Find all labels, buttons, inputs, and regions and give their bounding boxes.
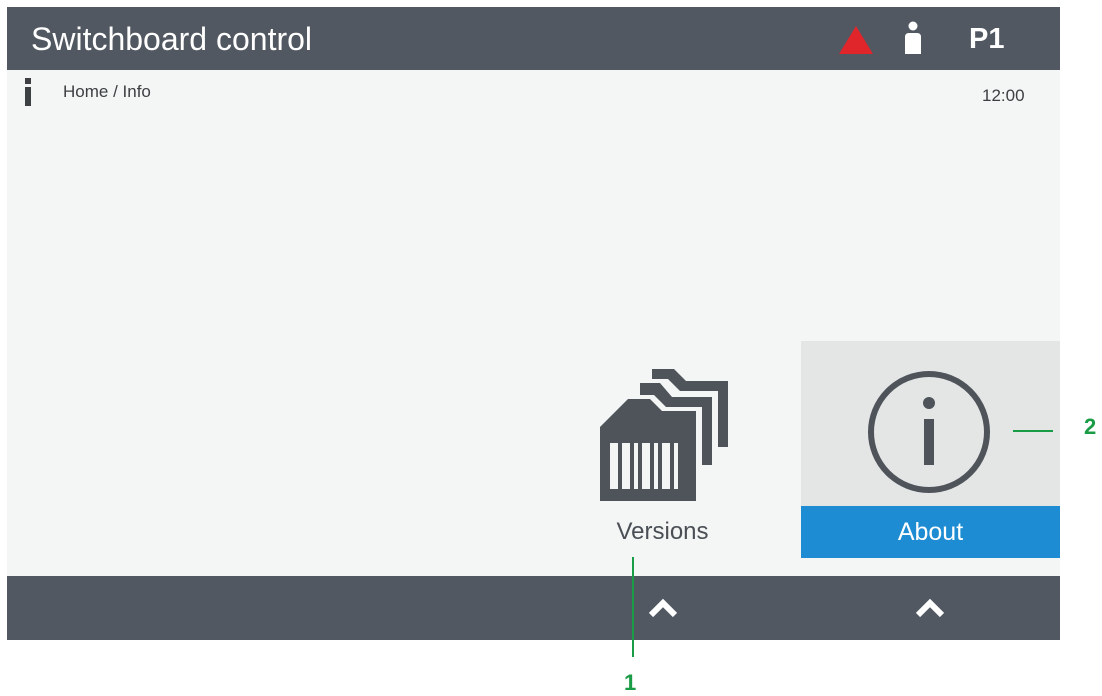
callout-number: 2 [1084, 414, 1097, 439]
chevron-up-icon[interactable] [648, 598, 678, 618]
info-circle-icon [868, 371, 990, 493]
folders-icon [600, 369, 728, 501]
app-title: Switchboard control [31, 21, 313, 57]
about-tile[interactable]: About [801, 341, 1060, 558]
user-icon[interactable] [903, 21, 923, 55]
clock: 12:00 [982, 86, 1025, 105]
about-label: About [801, 506, 1060, 558]
screen: Switchboard control P1 Home / Info 12:00 [7, 7, 1060, 640]
callout-line [632, 557, 634, 657]
versions-label: Versions [616, 518, 709, 545]
callout-number: 1 [624, 670, 637, 695]
title-bar: Switchboard control P1 [7, 7, 1060, 70]
info-icon [25, 78, 31, 106]
profile-label[interactable]: P1 [969, 22, 1004, 56]
breadcrumb: Home / Info [63, 82, 151, 101]
versions-tile[interactable]: Versions [570, 341, 802, 557]
navigation-bar [7, 576, 1060, 640]
chevron-up-icon[interactable] [915, 598, 945, 618]
warning-triangle-icon[interactable] [838, 25, 874, 55]
callout-line [1013, 430, 1053, 432]
